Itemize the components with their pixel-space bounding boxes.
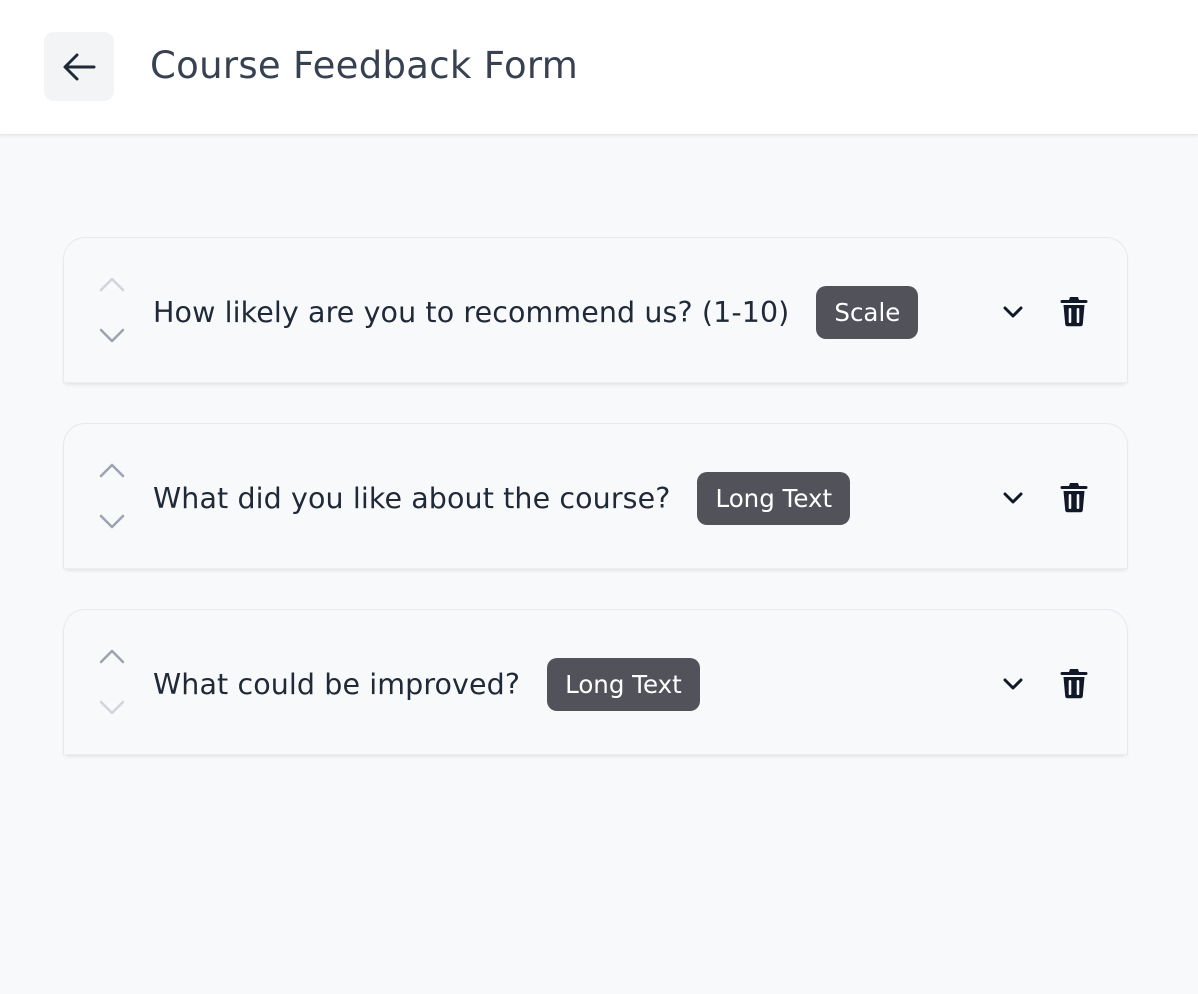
question-type-badge: Long Text: [547, 657, 700, 711]
move-up-button[interactable]: [98, 460, 126, 480]
page-title: Course Feedback Form: [150, 44, 579, 87]
move-up-button[interactable]: [98, 646, 126, 666]
delete-button[interactable]: [1057, 665, 1091, 701]
move-down-button[interactable]: [98, 512, 126, 532]
chevron-down-icon: [99, 700, 125, 715]
chevron-down-icon: [1003, 492, 1023, 504]
trash-icon: [1060, 483, 1088, 513]
question-row: What did you like about the course? Long…: [153, 471, 851, 525]
question-card: What did you like about the course? Long…: [63, 423, 1128, 569]
question-text: How likely are you to recommend us? (1-1…: [153, 295, 790, 329]
chevron-up-icon: [99, 277, 125, 292]
trash-icon: [1060, 297, 1088, 327]
question-type-badge: Scale: [816, 285, 919, 339]
expand-button[interactable]: [998, 298, 1028, 326]
question-card: What could be improved? Long Text: [63, 609, 1128, 755]
question-text: What did you like about the course?: [153, 481, 671, 515]
chevron-down-icon: [1003, 678, 1023, 690]
arrow-left-icon: [63, 53, 96, 80]
question-list: How likely are you to recommend us? (1-1…: [63, 237, 1128, 795]
move-down-button[interactable]: [98, 698, 126, 718]
chevron-down-icon: [1003, 306, 1023, 318]
chevron-up-icon: [99, 463, 125, 478]
delete-button[interactable]: [1057, 479, 1091, 515]
chevron-down-icon: [99, 328, 125, 343]
back-button[interactable]: [44, 32, 114, 101]
expand-button[interactable]: [998, 484, 1028, 512]
delete-button[interactable]: [1057, 293, 1091, 329]
question-text: What could be improved?: [153, 667, 521, 701]
expand-button[interactable]: [998, 670, 1028, 698]
move-down-button[interactable]: [98, 326, 126, 346]
chevron-up-icon: [99, 649, 125, 664]
question-row: How likely are you to recommend us? (1-1…: [153, 285, 919, 339]
trash-icon: [1060, 669, 1088, 699]
question-row: What could be improved? Long Text: [153, 657, 700, 711]
page-header: Course Feedback Form: [0, 0, 1198, 135]
question-type-badge: Long Text: [697, 471, 851, 525]
chevron-down-icon: [99, 514, 125, 529]
question-card: How likely are you to recommend us? (1-1…: [63, 237, 1128, 383]
move-up-button[interactable]: [98, 274, 126, 294]
